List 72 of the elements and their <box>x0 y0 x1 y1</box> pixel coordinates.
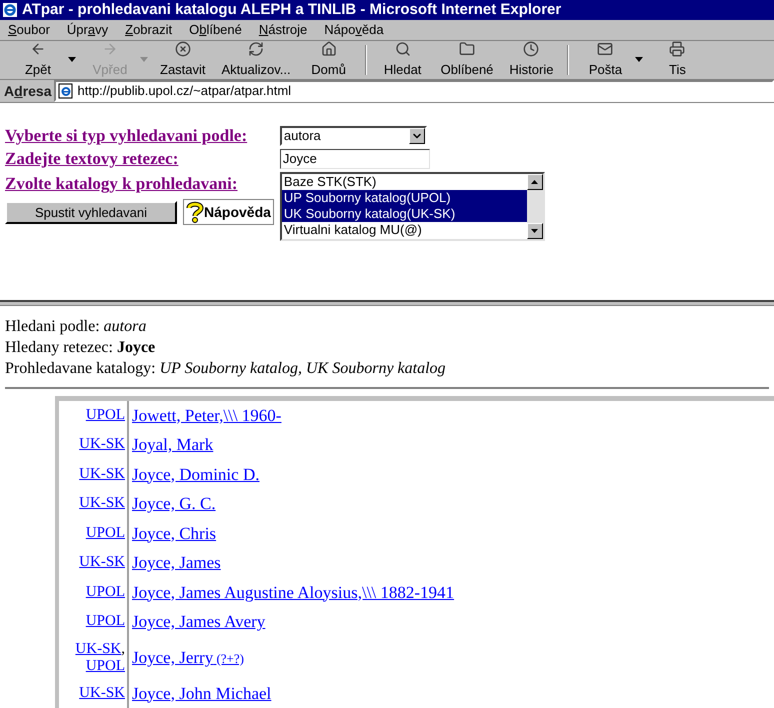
catalog-code-link[interactable]: UPOL <box>86 584 125 601</box>
menu-item[interactable]: Soubor <box>6 20 52 40</box>
catalog-code-link[interactable]: UK-SK <box>79 495 125 512</box>
printer-icon <box>669 40 686 57</box>
refresh-icon <box>248 40 264 57</box>
dropdown-arrow-icon[interactable] <box>635 57 644 62</box>
author-link[interactable]: Jowett, Peter,\\\ 1960- <box>132 402 282 428</box>
author-link[interactable]: Joyce, James Augustine Aloysius,\\\ 1882-1941 <box>132 580 454 605</box>
help-button[interactable]: Nápověda <box>183 199 274 226</box>
toolbar-button[interactable]: Aktualizov... <box>214 40 299 80</box>
browser-icon <box>2 2 18 18</box>
catalog-listbox[interactable]: Baze STK(STK) UP Souborny katalog(UPOL) UK Souborny katalog(UK-SK) Virtualni katalog MU(@) <box>280 172 545 242</box>
search-type-select[interactable]: autora <box>280 126 427 146</box>
catalog-code-link[interactable]: UPOL <box>86 613 125 630</box>
author-link[interactable]: Joyce, Jerry (?+?) <box>132 644 244 670</box>
author-link[interactable]: Joyce, G. C. <box>132 491 216 516</box>
scroll-down-icon <box>531 229 538 234</box>
menu-item[interactable]: Oblíbené <box>187 20 244 40</box>
search-summary-line: Prohledavane katalogy: UP Souborny katalog, UK Souborny katalog <box>5 358 447 378</box>
toolbar-button[interactable]: Hledat <box>372 40 433 80</box>
folder-icon <box>459 40 476 57</box>
menu-item[interactable]: Úpravy <box>64 20 110 40</box>
window-title: ATpar - prohledavani katalogu ALEPH a TINLIB - Microsoft Internet Explorer <box>22 0 562 20</box>
home-icon <box>320 40 337 57</box>
form-label: Vyberte si typ vyhledavani podle: <box>5 125 248 148</box>
catalog-code-link[interactable]: UK-SK <box>79 436 125 454</box>
page-icon <box>58 83 74 100</box>
toolbar-button[interactable]: Zastavit <box>152 40 214 80</box>
catalog-option[interactable]: UK Souborny katalog(UK-SK) <box>282 206 527 222</box>
dropdown-arrow-icon[interactable] <box>68 57 76 62</box>
author-link[interactable]: Joyal, Mark <box>132 432 214 458</box>
separator-text: , <box>121 640 125 658</box>
forward-arrow-icon <box>102 40 118 57</box>
toolbar-button[interactable]: Zpět <box>8 40 68 80</box>
catalog-code-link[interactable]: UK-SK <box>79 684 125 702</box>
toolbar-button[interactable]: Oblíbené <box>432 40 502 80</box>
stop-icon <box>174 40 191 57</box>
catalog-code-link[interactable]: UK-SK <box>75 640 122 658</box>
catalog-option[interactable]: UP Souborny katalog(UPOL) <box>282 190 527 206</box>
search-button[interactable]: Spustit vyhledavani <box>5 200 177 224</box>
author-link[interactable]: Joyce, Chris <box>132 520 216 546</box>
author-link[interactable]: Joyce, John Michael <box>132 680 272 706</box>
toolbar-button[interactable]: Pošta <box>575 40 636 80</box>
catalog-code-link[interactable]: UK-SK <box>79 466 125 483</box>
scrollbar[interactable] <box>526 174 543 240</box>
address-label: Adresa <box>4 82 52 101</box>
author-link[interactable]: Joyce, James Avery <box>132 609 266 634</box>
search-summary-line: Hledani podle: autora <box>5 316 148 336</box>
search-text-field[interactable]: Joyce <box>280 149 430 170</box>
mail-icon <box>597 40 614 57</box>
catalog-code-link[interactable]: UPOL <box>86 524 125 542</box>
catalog-code-link[interactable]: UPOL <box>86 406 125 424</box>
menu-item[interactable]: Nápověda <box>322 20 386 40</box>
search-icon <box>394 40 411 57</box>
menu-item[interactable]: Nástroje <box>256 20 310 40</box>
catalog-option[interactable]: Virtualni katalog MU(@) <box>282 222 527 238</box>
toolbar-button[interactable]: Historie <box>501 40 562 80</box>
form-label: Zadejte textovy retezec: <box>5 148 180 170</box>
author-link[interactable]: Joyce, Dominic D. <box>132 462 260 487</box>
author-link[interactable]: Joyce, James <box>132 550 221 576</box>
menu-item[interactable]: Zobrazit <box>123 20 174 40</box>
catalog-option[interactable]: Baze STK(STK) <box>282 174 527 190</box>
scroll-up-icon <box>531 180 538 184</box>
address-field[interactable]: http://publib.upol.cz/~atpar/atpar.html <box>54 80 774 102</box>
toolbar-button[interactable]: Tis <box>647 40 708 80</box>
clock-icon <box>523 40 540 57</box>
catalog-code-link[interactable]: UPOL <box>86 658 125 674</box>
form-label: Zvolte katalogy k prohledavani: <box>5 173 239 196</box>
toolbar-button[interactable]: Domů <box>298 40 359 80</box>
catalog-code-link[interactable]: UK-SK <box>79 554 125 572</box>
question-mark-icon <box>186 201 204 224</box>
search-summary-line: Hledany retezec: Joyce <box>5 338 156 358</box>
